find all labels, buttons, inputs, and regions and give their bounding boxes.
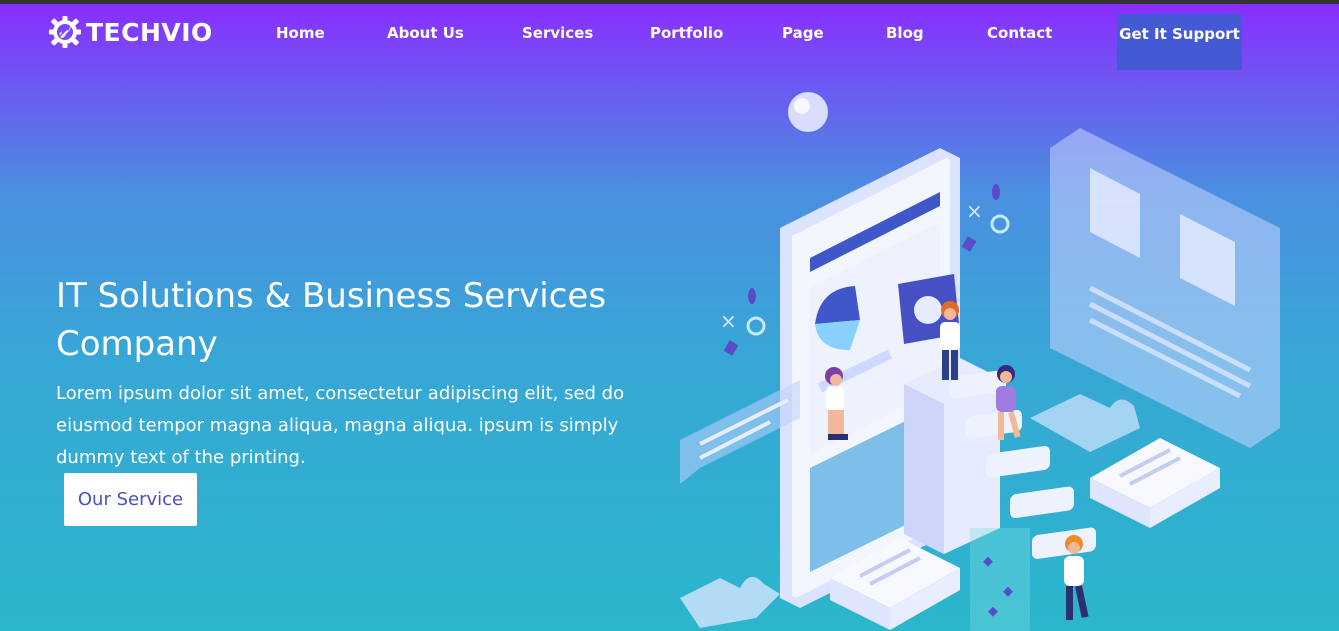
nav-item-services[interactable]: Services: [522, 24, 593, 42]
nav-item-page[interactable]: Page: [782, 24, 824, 42]
our-service-button[interactable]: Our Service: [64, 473, 197, 526]
hero-headline: IT Solutions & Business Services Company: [56, 276, 607, 364]
svg-text:×: ×: [966, 199, 983, 223]
nav-item-about-us[interactable]: About Us: [387, 24, 464, 42]
isometric-tech-illustration: × ×: [680, 92, 1280, 631]
nav-item-blog[interactable]: Blog: [886, 24, 924, 42]
get-it-support-button[interactable]: Get It Support: [1117, 14, 1242, 70]
brand-logo[interactable]: TECHVIO: [48, 14, 213, 50]
nav-item-home[interactable]: Home: [276, 24, 325, 42]
nav-item-portfolio[interactable]: Portfolio: [650, 24, 723, 42]
nav-item-contact[interactable]: Contact: [987, 24, 1052, 42]
hero-description: Lorem ipsum dolor sit amet, consectetur …: [56, 383, 625, 468]
gear-rocket-icon: [49, 16, 81, 48]
svg-text:×: ×: [720, 309, 737, 333]
brand-name: TECHVIO: [86, 17, 213, 47]
hero-section: TECHVIO Home About Us Services Portfolio…: [0, 4, 1339, 631]
